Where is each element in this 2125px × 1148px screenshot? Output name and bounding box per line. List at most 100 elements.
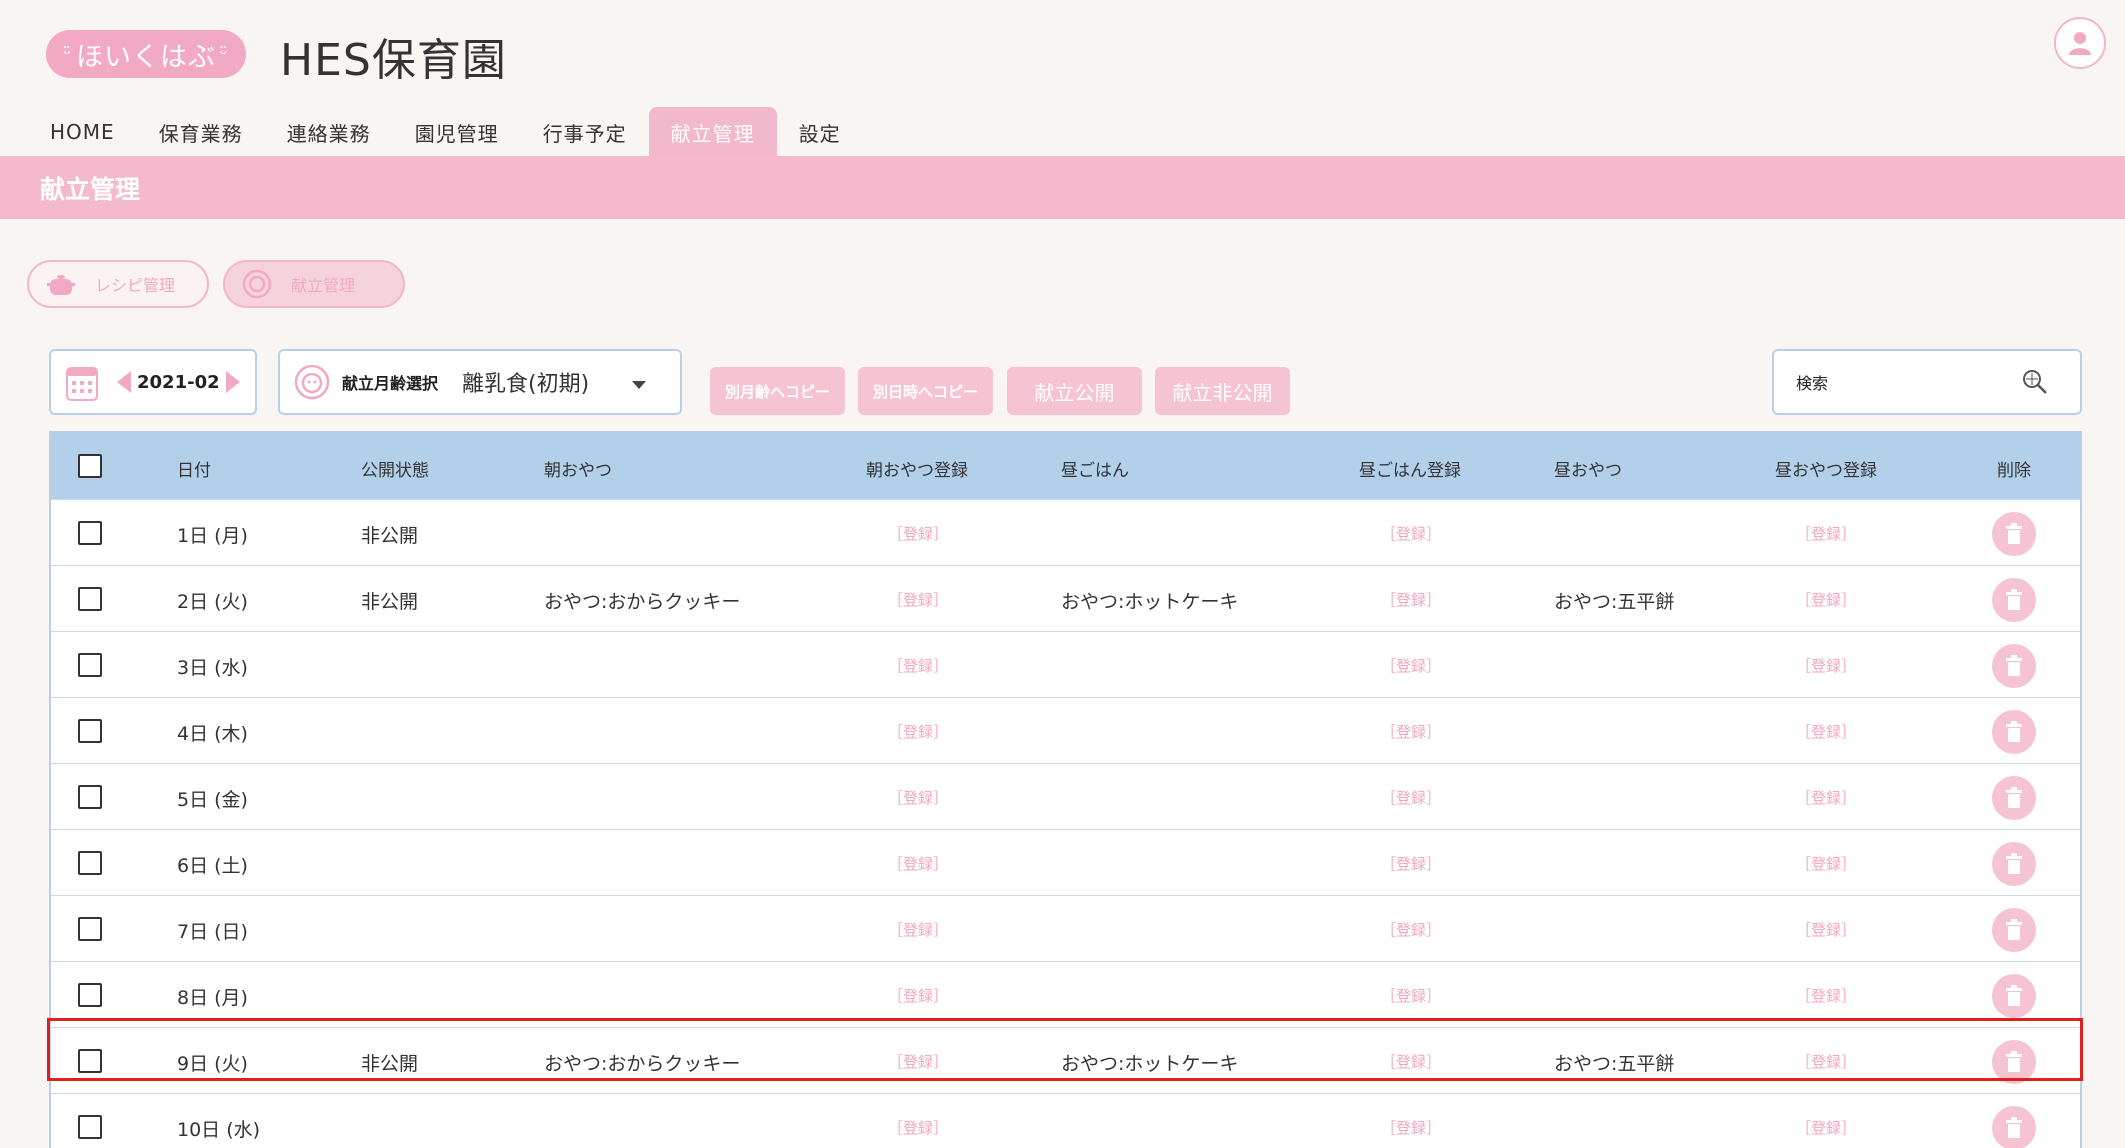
- register-lunch-link[interactable]: ［登録］: [1381, 589, 1441, 610]
- table-row: 4日 (木) ［登録］ ［登録］ ［登録］: [51, 697, 2080, 763]
- select-all-checkbox[interactable]: [78, 454, 102, 478]
- register-afternoon-snack-link[interactable]: ［登録］: [1796, 589, 1856, 610]
- register-afternoon-snack-link[interactable]: ［登録］: [1796, 787, 1856, 808]
- register-morning-snack-link[interactable]: ［登録］: [888, 985, 948, 1006]
- nav-settings[interactable]: 設定: [777, 107, 863, 157]
- publish-menu-button[interactable]: 献立公開: [1007, 367, 1142, 415]
- delete-button[interactable]: [1992, 842, 2036, 886]
- col-afternoon-snack-register: 昼おやつ登録: [1775, 461, 1877, 481]
- row-checkbox[interactable]: [78, 1049, 102, 1073]
- table-row: 8日 (月) ［登録］ ［登録］ ［登録］: [51, 961, 2080, 1027]
- delete-button[interactable]: [1992, 512, 2036, 556]
- row-checkbox[interactable]: [78, 983, 102, 1007]
- app-title: HES保育園: [280, 35, 507, 86]
- register-lunch-link[interactable]: ［登録］: [1381, 787, 1441, 808]
- trash-icon: [2006, 919, 2022, 940]
- register-lunch-link[interactable]: ［登録］: [1381, 523, 1441, 544]
- nav-events[interactable]: 行事予定: [521, 107, 649, 157]
- search-input[interactable]: [1794, 367, 2018, 399]
- register-lunch-link[interactable]: ［登録］: [1381, 721, 1441, 742]
- meal-icon: [242, 269, 272, 299]
- register-morning-snack-link[interactable]: ［登録］: [888, 787, 948, 808]
- register-morning-snack-link[interactable]: ［登録］: [888, 589, 948, 610]
- nav-communication[interactable]: 連絡業務: [265, 107, 393, 157]
- row-checkbox[interactable]: [78, 851, 102, 875]
- delete-button[interactable]: [1992, 908, 2036, 952]
- row-date: 6日 (土): [177, 855, 248, 877]
- search-box: [1772, 349, 2082, 415]
- trash-icon: [2006, 523, 2022, 544]
- register-morning-snack-link[interactable]: ［登録］: [888, 853, 948, 874]
- register-afternoon-snack-link[interactable]: ［登録］: [1796, 655, 1856, 676]
- table-row: 10日 (水) ［登録］ ［登録］ ［登録］: [51, 1093, 2080, 1148]
- register-morning-snack-link[interactable]: ［登録］: [888, 1117, 948, 1138]
- register-afternoon-snack-link[interactable]: ［登録］: [1796, 985, 1856, 1006]
- row-lunch: おやつ:ホットケーキ: [1061, 1053, 1239, 1075]
- prev-month-button[interactable]: [117, 371, 131, 393]
- register-lunch-link[interactable]: ［登録］: [1381, 655, 1441, 676]
- age-select-label: 献立月齢選択: [342, 374, 439, 393]
- register-lunch-link[interactable]: ［登録］: [1381, 919, 1441, 940]
- next-month-button[interactable]: [225, 371, 240, 393]
- register-afternoon-snack-link[interactable]: ［登録］: [1796, 1051, 1856, 1072]
- logo-text: ほいくはぶ: [76, 41, 216, 73]
- register-afternoon-snack-link[interactable]: ［登録］: [1796, 523, 1856, 544]
- row-checkbox[interactable]: [78, 521, 102, 545]
- register-morning-snack-link[interactable]: ［登録］: [888, 523, 948, 544]
- delete-button[interactable]: [1992, 1106, 2036, 1148]
- search-icon[interactable]: [2022, 369, 2048, 395]
- register-lunch-link[interactable]: ［登録］: [1381, 1117, 1441, 1138]
- delete-button[interactable]: [1992, 644, 2036, 688]
- age-select[interactable]: 献立月齢選択 離乳食(初期): [278, 349, 682, 415]
- row-date: 7日 (日): [177, 921, 248, 943]
- subtab-menu[interactable]: 献立管理: [223, 260, 405, 308]
- nav-children[interactable]: 園児管理: [393, 107, 521, 157]
- delete-button[interactable]: [1992, 974, 2036, 1018]
- chevron-down-icon: [632, 381, 646, 389]
- subtab-recipe[interactable]: レシピ管理: [27, 260, 209, 308]
- register-morning-snack-link[interactable]: ［登録］: [888, 721, 948, 742]
- register-morning-snack-link[interactable]: ［登録］: [888, 655, 948, 676]
- register-afternoon-snack-link[interactable]: ［登録］: [1796, 721, 1856, 742]
- row-afternoon-snack: おやつ:五平餅: [1554, 591, 1675, 613]
- baby-icon: [294, 364, 330, 400]
- col-morning-snack: 朝おやつ: [544, 461, 612, 481]
- row-checkbox[interactable]: [78, 785, 102, 809]
- row-morning-snack: おやつ:おからクッキー: [544, 1053, 741, 1075]
- user-menu-button[interactable]: [2054, 17, 2106, 69]
- row-checkbox[interactable]: [78, 1115, 102, 1139]
- register-lunch-link[interactable]: ［登録］: [1381, 853, 1441, 874]
- main-nav: HOME 保育業務 連絡業務 園児管理 行事予定 献立管理 設定: [28, 107, 863, 157]
- app-logo: ᵕ̈ ほいくはぶ ᵕ̈: [46, 30, 246, 78]
- nav-menu[interactable]: 献立管理: [648, 107, 777, 157]
- col-afternoon-snack: 昼おやつ: [1554, 461, 1622, 481]
- delete-button[interactable]: [1992, 710, 2036, 754]
- register-morning-snack-link[interactable]: ［登録］: [888, 919, 948, 940]
- nav-childcare[interactable]: 保育業務: [137, 107, 265, 157]
- row-checkbox[interactable]: [78, 587, 102, 611]
- register-afternoon-snack-link[interactable]: ［登録］: [1796, 853, 1856, 874]
- register-afternoon-snack-link[interactable]: ［登録］: [1796, 919, 1856, 940]
- calendar-icon[interactable]: [65, 362, 99, 402]
- col-morning-snack-register: 朝おやつ登録: [866, 461, 968, 481]
- row-afternoon-snack: おやつ:五平餅: [1554, 1053, 1675, 1075]
- table-row: 2日 (火) 非公開 おやつ:おからクッキー ［登録］ おやつ:ホットケーキ ［…: [51, 565, 2080, 631]
- delete-button[interactable]: [1992, 578, 2036, 622]
- delete-button[interactable]: [1992, 1040, 2036, 1084]
- register-lunch-link[interactable]: ［登録］: [1381, 985, 1441, 1006]
- trash-icon: [2006, 853, 2022, 874]
- unpublish-menu-button[interactable]: 献立非公開: [1155, 367, 1290, 415]
- register-afternoon-snack-link[interactable]: ［登録］: [1796, 1117, 1856, 1138]
- row-checkbox[interactable]: [78, 653, 102, 677]
- logo-face-left: ᵕ̈: [63, 43, 72, 65]
- age-select-value: 離乳食(初期): [462, 372, 590, 397]
- row-checkbox[interactable]: [78, 917, 102, 941]
- delete-button[interactable]: [1992, 776, 2036, 820]
- nav-home[interactable]: HOME: [28, 107, 137, 157]
- row-checkbox[interactable]: [78, 719, 102, 743]
- subtab-menu-label: 献立管理: [291, 276, 356, 295]
- copy-to-other-date-button[interactable]: 別日時へコピー: [858, 367, 993, 415]
- register-lunch-link[interactable]: ［登録］: [1381, 1051, 1441, 1072]
- copy-to-other-age-button[interactable]: 別月齢へコピー: [710, 367, 845, 415]
- register-morning-snack-link[interactable]: ［登録］: [888, 1051, 948, 1072]
